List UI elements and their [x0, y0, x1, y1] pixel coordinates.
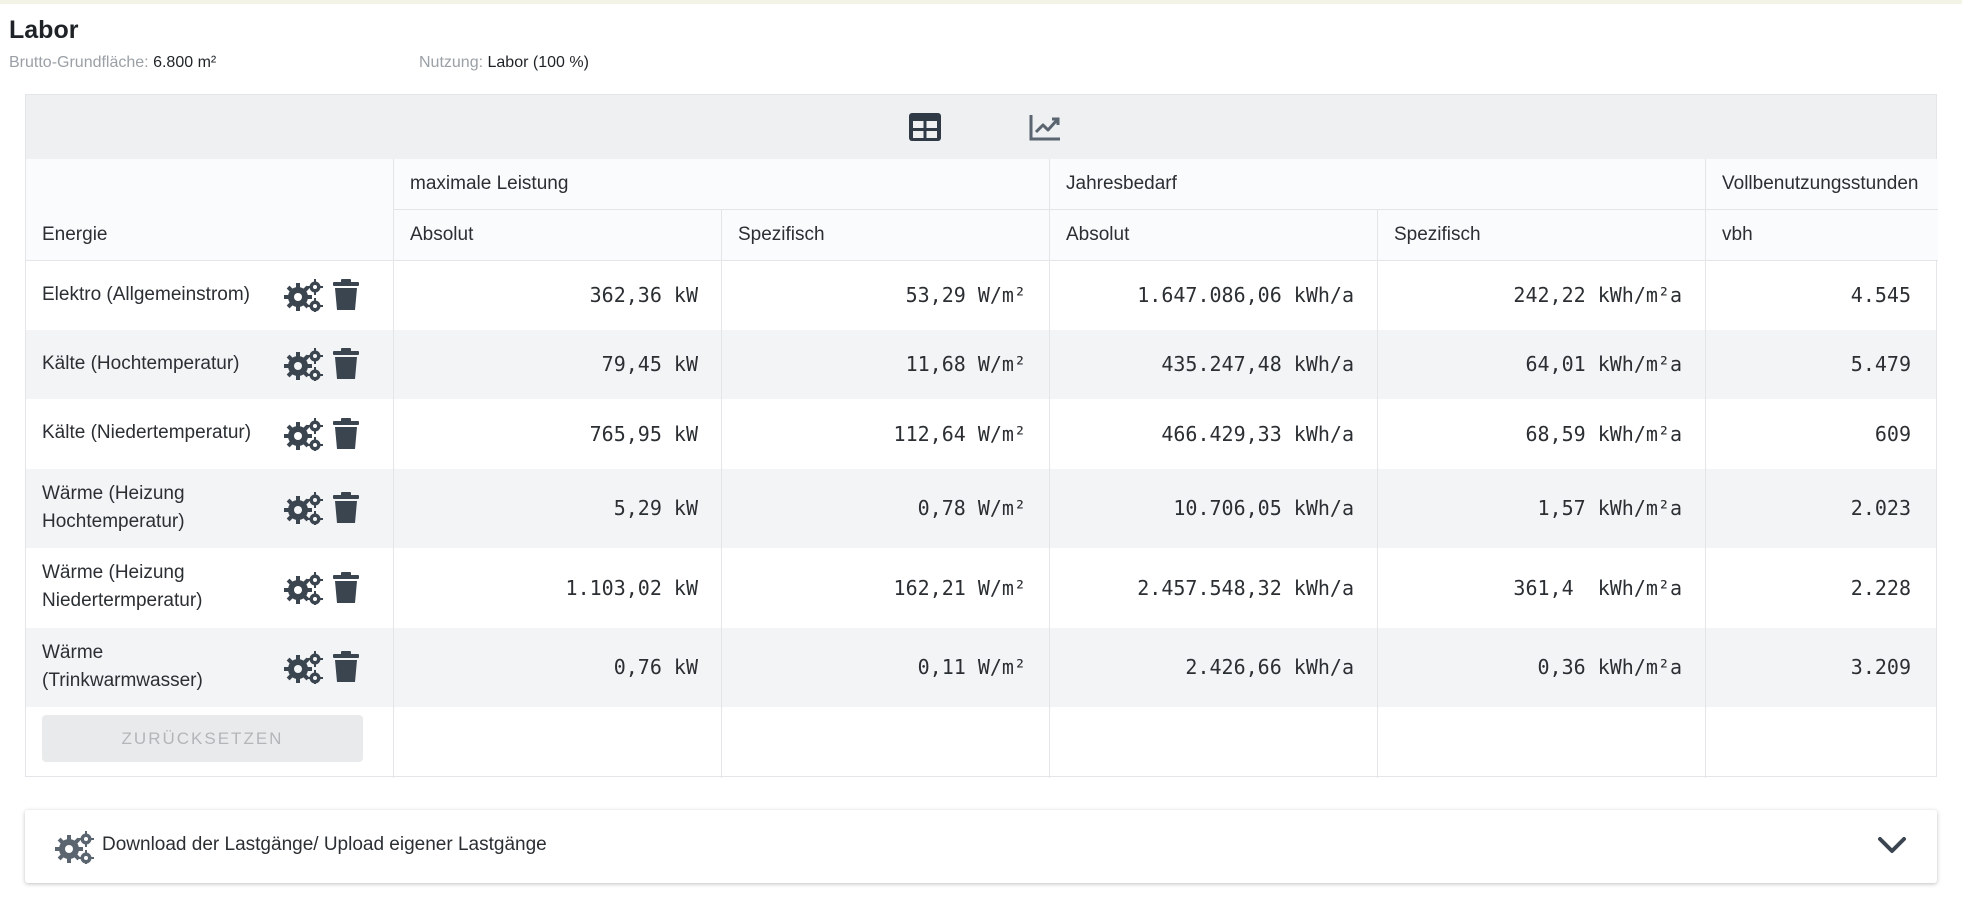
table-row: Wärme (Heizung Hochtemperatur) 5,29 kW 0…: [26, 469, 1936, 548]
table-row: Kälte (Niedertemperatur) 765,95 kW 112,6…: [26, 399, 1936, 469]
delete-trash-icon[interactable]: [332, 418, 360, 450]
delete-trash-icon[interactable]: [332, 279, 360, 311]
max-absolute-value: 79,45 kW: [601, 352, 698, 376]
table-row: Wärme (Trinkwarmwasser) 0,76 kW 0,11 W/m…: [26, 628, 1936, 707]
annual-absolute-value: 1.647.086,06 kWh/a: [1137, 283, 1354, 307]
annual-specific-value: 361,4 kWh/m²a: [1513, 576, 1682, 600]
chevron-down-icon[interactable]: [1877, 834, 1907, 861]
sub-header-max-absolute: Absolut: [394, 210, 722, 261]
settings-gears-icon[interactable]: [284, 278, 324, 312]
table-view-button[interactable]: [905, 109, 945, 145]
vbh-value: 609: [1874, 422, 1911, 446]
vbh-value: 4.545: [1850, 283, 1911, 307]
column-divider: [393, 261, 394, 778]
settings-gears-icon: [55, 830, 95, 869]
annual-absolute-value: 10.706,05 kWh/a: [1173, 496, 1354, 520]
max-absolute-value: 1.103,02 kW: [565, 576, 698, 600]
line-chart-icon: [1029, 115, 1060, 141]
annual-absolute-value: 2.426,66 kWh/a: [1185, 655, 1354, 679]
energy-name: Wärme (Heizung Niedertermperatur): [42, 562, 203, 611]
gross-area-label: Brutto-Grundfläche:: [9, 54, 149, 71]
delete-trash-icon[interactable]: [332, 492, 360, 524]
group-header-annual-demand: Jahresbedarf: [1050, 159, 1706, 210]
max-absolute-value: 765,95 kW: [589, 422, 698, 446]
settings-gears-icon[interactable]: [284, 650, 324, 684]
column-divider: [1705, 261, 1706, 778]
settings-gears-icon[interactable]: [284, 417, 324, 451]
delete-trash-icon[interactable]: [332, 651, 360, 683]
energy-name: Wärme (Heizung Hochtemperatur): [42, 483, 185, 532]
annual-specific-value: 68,59 kWh/m²a: [1525, 422, 1682, 446]
sub-header-vbh: vbh: [1706, 210, 1938, 261]
max-specific-value: 53,29 W/m²: [905, 283, 1026, 307]
max-specific-value: 11,68 W/m²: [905, 352, 1026, 376]
vbh-value: 5.479: [1850, 352, 1911, 376]
table-row: Elektro (Allgemeinstrom) 362,36 kW 53,29…: [26, 261, 1936, 330]
annual-absolute-value: 466.429,33 kWh/a: [1161, 422, 1354, 446]
table-icon: [909, 113, 941, 141]
group-header-full-load-hours: Vollbenutzungsstunden: [1706, 159, 1938, 210]
max-specific-value: 0,78 W/m²: [917, 496, 1026, 520]
accordion-label: Download der Lastgänge/ Upload eigener L…: [102, 834, 547, 855]
delete-trash-icon[interactable]: [332, 348, 360, 380]
settings-gears-icon[interactable]: [284, 571, 324, 605]
energy-name: Wärme (Trinkwarmwasser): [42, 642, 203, 691]
table-row: Wärme (Heizung Niedertermperatur) 1.103,…: [26, 548, 1936, 628]
view-toolbar: [26, 95, 1936, 160]
energy-name: Kälte (Hochtemperatur): [42, 353, 240, 374]
reset-button[interactable]: ZURÜCKSETZEN: [42, 715, 363, 762]
load-profiles-accordion[interactable]: Download der Lastgänge/ Upload eigener L…: [25, 810, 1937, 883]
usage-value: Labor (100 %): [487, 54, 589, 71]
column-divider: [1377, 261, 1378, 778]
usage-label: Nutzung:: [419, 54, 484, 71]
annual-absolute-value: 2.457.548,32 kWh/a: [1137, 576, 1354, 600]
max-specific-value: 112,64 W/m²: [893, 422, 1026, 446]
top-accent-line: [0, 0, 1962, 4]
sub-header-max-specific: Spezifisch: [722, 210, 1050, 261]
energy-table-card: Energie maximale Leistung Jahresbedarf V…: [25, 94, 1938, 778]
page-title: Labor: [9, 16, 79, 44]
max-specific-value: 0,11 W/m²: [917, 655, 1026, 679]
annual-specific-value: 1,57 kWh/m²a: [1537, 496, 1683, 520]
vbh-value: 2.023: [1850, 496, 1911, 520]
max-specific-value: 162,21 W/m²: [893, 576, 1026, 600]
column-divider: [1049, 261, 1050, 778]
settings-gears-icon[interactable]: [284, 491, 324, 525]
sub-header-annual-absolute: Absolut: [1050, 210, 1378, 261]
annual-specific-value: 0,36 kWh/m²a: [1537, 655, 1683, 679]
energy-name: Elektro (Allgemeinstrom): [42, 284, 250, 305]
max-absolute-value: 0,76 kW: [613, 655, 698, 679]
vbh-value: 3.209: [1850, 655, 1911, 679]
max-absolute-value: 5,29 kW: [613, 496, 698, 520]
sub-header-annual-specific: Spezifisch: [1378, 210, 1706, 261]
col-header-energie: Energie: [26, 159, 394, 261]
max-absolute-value: 362,36 kW: [589, 283, 698, 307]
delete-trash-icon[interactable]: [332, 572, 360, 604]
gross-area-info: Brutto-Grundfläche: 6.800 m²: [9, 54, 216, 72]
chart-view-button[interactable]: [1025, 109, 1065, 145]
gross-area-value: 6.800 m²: [153, 54, 217, 71]
annual-specific-value: 64,01 kWh/m²a: [1525, 352, 1682, 376]
annual-specific-value: 242,22 kWh/m²a: [1513, 283, 1682, 307]
settings-gears-icon[interactable]: [284, 347, 324, 381]
column-divider: [721, 261, 722, 778]
energy-name: Kälte (Niedertemperatur): [42, 422, 252, 443]
group-header-max-power: maximale Leistung: [394, 159, 1050, 210]
energy-table: Energie maximale Leistung Jahresbedarf V…: [26, 159, 1938, 778]
vbh-value: 2.228: [1850, 576, 1911, 600]
annual-absolute-value: 435.247,48 kWh/a: [1161, 352, 1354, 376]
table-row: Kälte (Hochtemperatur) 79,45 kW 11,68 W/…: [26, 330, 1936, 399]
usage-info: Nutzung: Labor (100 %): [419, 54, 589, 72]
